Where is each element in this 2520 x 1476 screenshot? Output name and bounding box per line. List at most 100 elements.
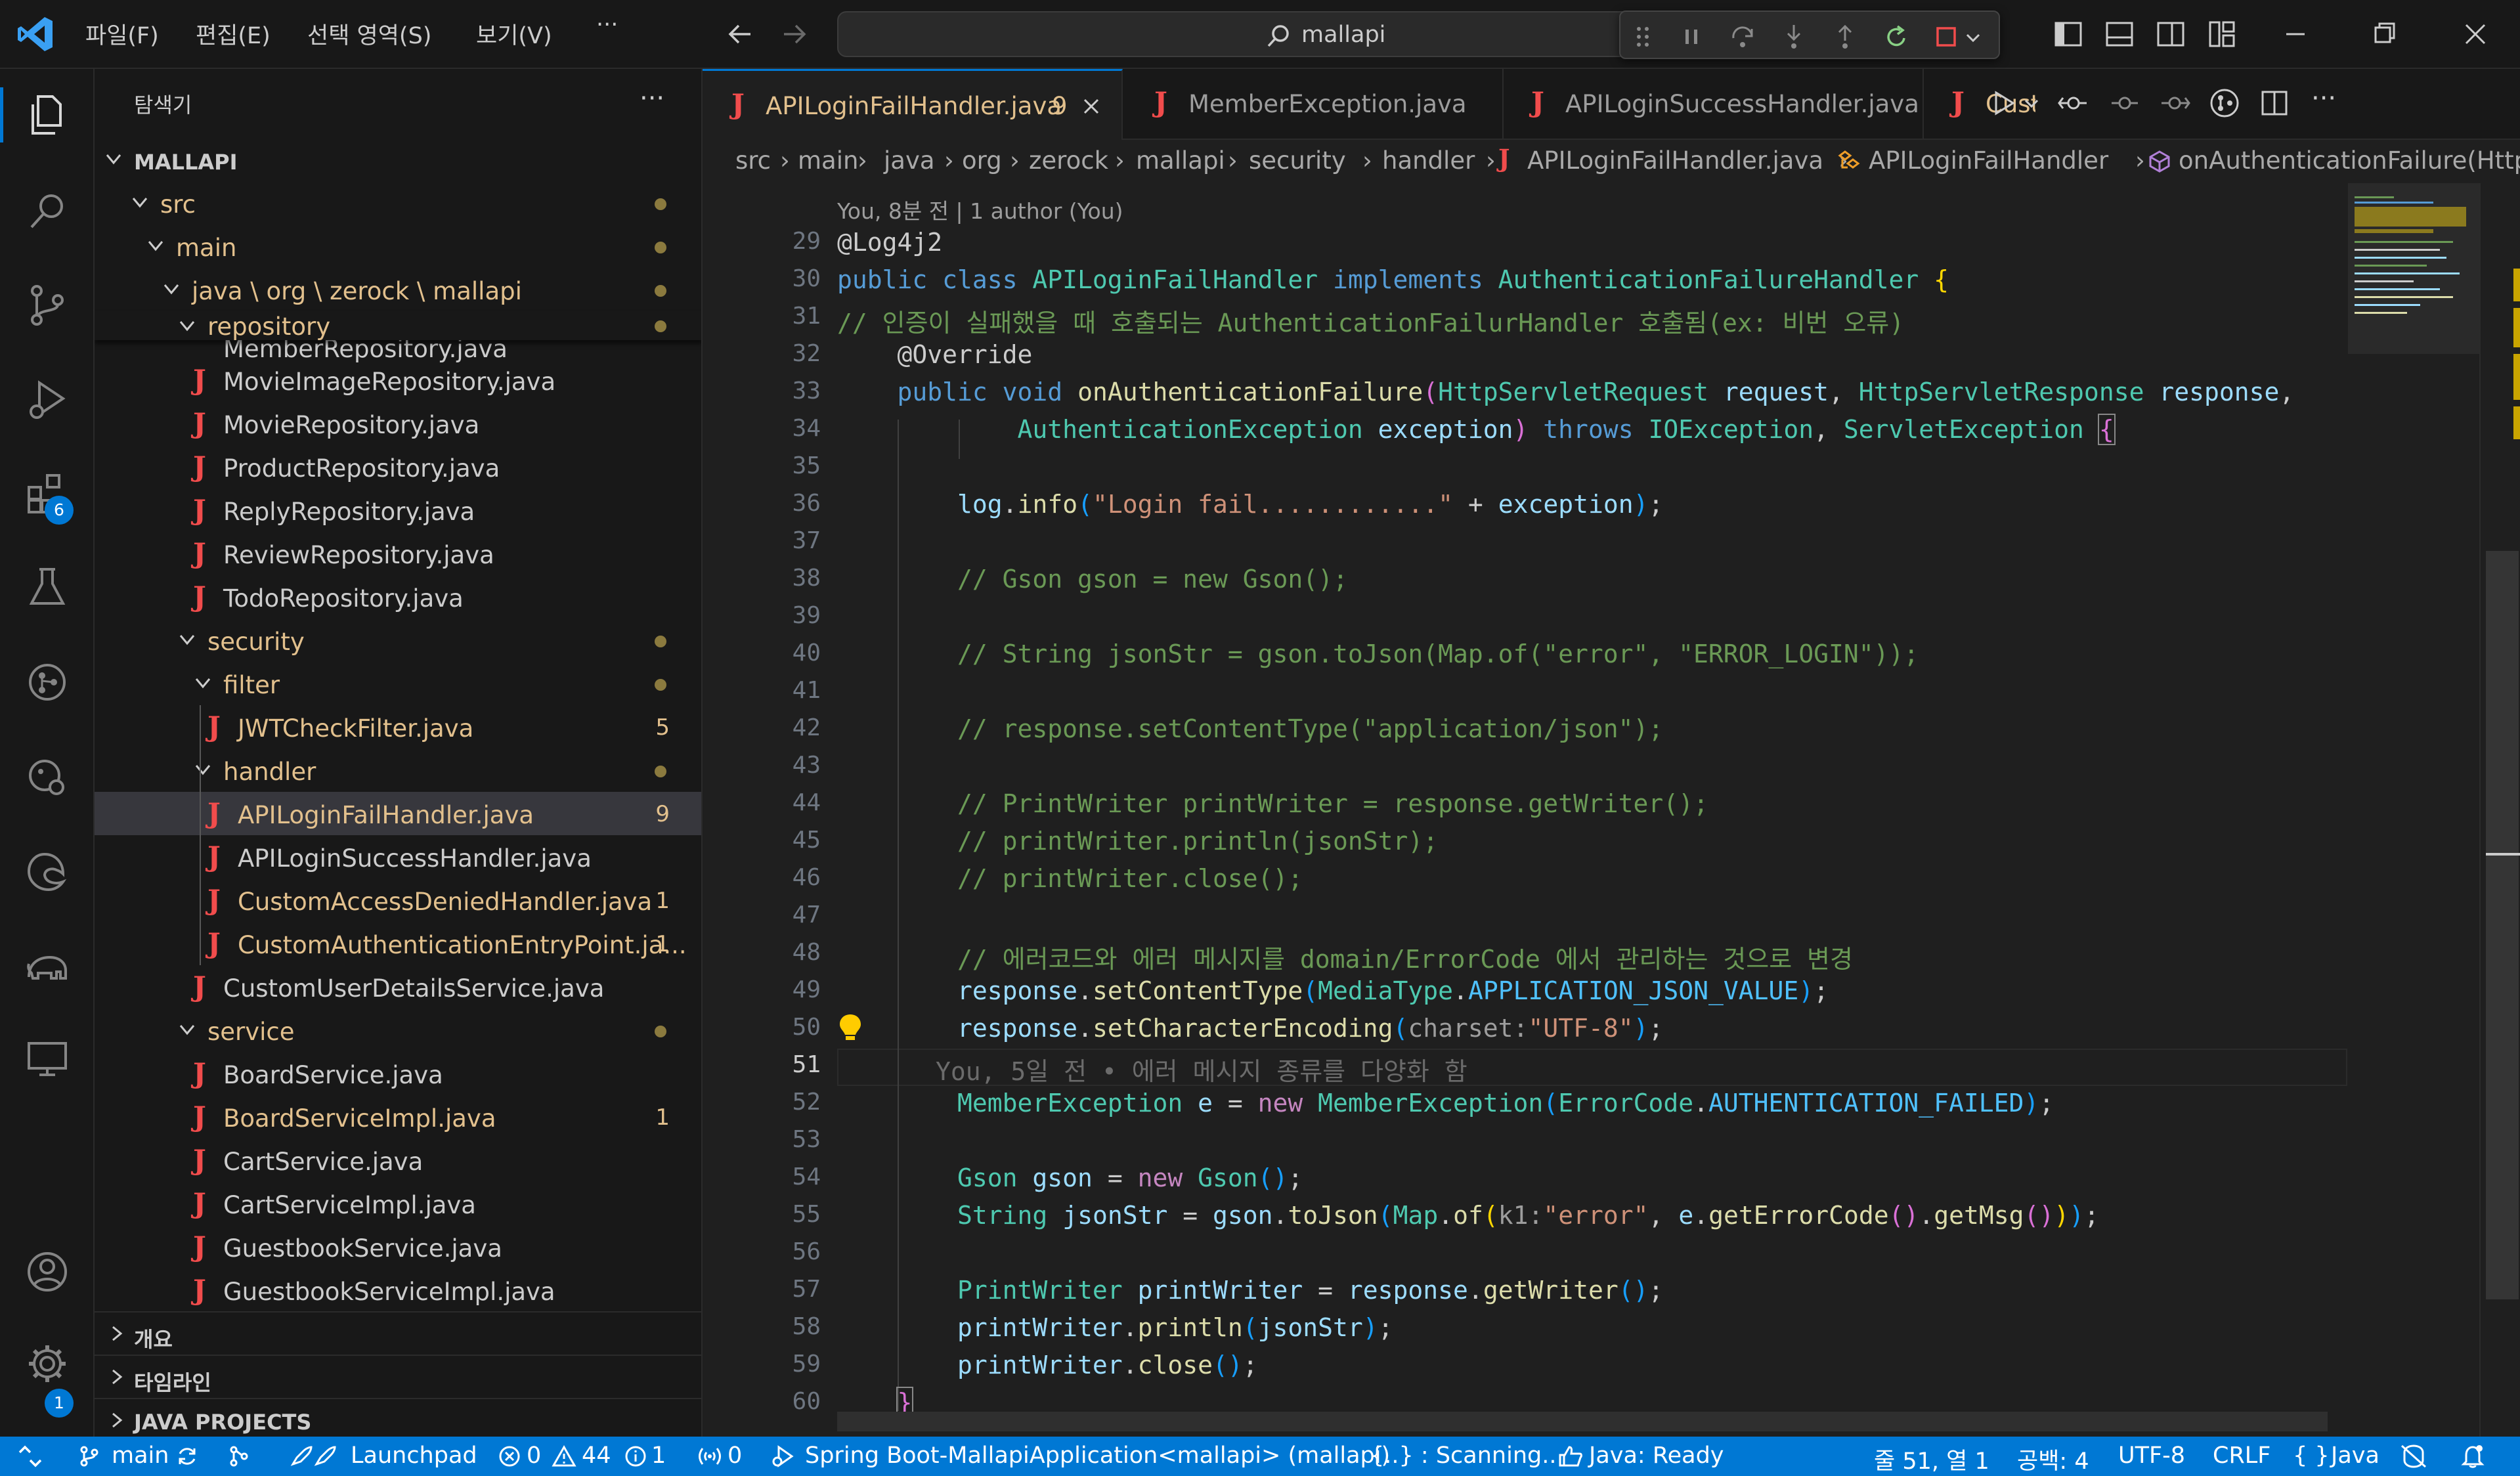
launchpad[interactable]: Launchpad xyxy=(351,1443,477,1469)
menu-more[interactable]: ··· xyxy=(596,12,618,38)
tab-customa[interactable]: J CustomA xyxy=(1924,69,2035,140)
edge-browser-icon[interactable] xyxy=(20,844,75,899)
command-center[interactable]: mallapi xyxy=(837,11,1667,57)
tree-file-apiloginfailhandler[interactable]: J APILoginFailHandler.java 9 xyxy=(95,792,701,835)
run-debug-icon[interactable] xyxy=(20,372,75,427)
tree-file-todorepository[interactable]: J TodoRepository.java xyxy=(95,575,701,619)
copilot-disabled-icon[interactable] xyxy=(2399,1443,2428,1469)
tree-folder-service[interactable]: service xyxy=(95,1009,701,1052)
pause-icon[interactable] xyxy=(1680,25,1703,49)
tab-apiloginfailhandler[interactable]: J APILoginFailHandler.java 9 xyxy=(703,69,1123,140)
toggle-panel-icon[interactable] xyxy=(2105,20,2134,49)
section-outline[interactable]: 개요 xyxy=(95,1311,701,1355)
tree-file-apiloginsuccesshandler[interactable]: J APILoginSuccessHandler.java xyxy=(95,835,701,879)
sync-icon[interactable] xyxy=(175,1444,200,1468)
breadcrumb-org[interactable]: org xyxy=(962,146,1002,175)
tree-folder-main[interactable]: main xyxy=(95,225,701,268)
code-area[interactable]: You, 8분 전 | 1 author (You) @Log4j2 publi… xyxy=(837,183,2406,1437)
tree-file-boardservice[interactable]: J BoardService.java xyxy=(95,1052,701,1095)
chevron-down-icon[interactable] xyxy=(2022,94,2041,112)
breadcrumb-zerock[interactable]: zerock xyxy=(1029,146,1108,175)
breadcrumb-class[interactable]: APILoginFailHandler xyxy=(1869,146,2108,175)
breadcrumb-main[interactable]: main xyxy=(798,146,858,175)
notifications-bell-icon[interactable] xyxy=(2460,1443,2486,1469)
menu-selection[interactable]: 선택 영역(S) xyxy=(307,17,431,51)
minimize-icon[interactable] xyxy=(2281,20,2310,49)
breadcrumb-security[interactable]: security xyxy=(1249,146,1346,175)
tree-file-customaccessdeniedhandler[interactable]: J CustomAccessDeniedHandler.java 1 xyxy=(95,879,701,922)
codelens-author[interactable]: You, 8분 전 | 1 author (You) xyxy=(837,194,1123,225)
search-icon[interactable] xyxy=(20,184,75,239)
gitlens-icon[interactable] xyxy=(20,655,75,710)
tree-root-mallapi[interactable]: MALLAPI xyxy=(95,138,701,181)
breadcrumb-src[interactable]: src xyxy=(735,146,771,175)
chevron-down-icon[interactable] xyxy=(1965,29,1982,46)
menu-edit[interactable]: 편집(E) xyxy=(196,17,271,51)
tree-folder-repository[interactable]: repository xyxy=(95,311,701,340)
section-java-projects[interactable]: JAVA PROJECTS xyxy=(95,1398,701,1437)
end-of-line[interactable]: CRLF xyxy=(2213,1443,2270,1469)
step-over-icon[interactable] xyxy=(1729,24,1756,50)
previous-revision-icon[interactable] xyxy=(2109,89,2140,118)
git-branch[interactable]: main xyxy=(112,1443,169,1469)
tree-file-guestbookservice[interactable]: J GuestbookService.java xyxy=(95,1225,701,1269)
testing-flask-icon[interactable] xyxy=(20,560,75,615)
scroll-thumb[interactable] xyxy=(2486,551,2519,1299)
breadcrumb-file[interactable]: APILoginFailHandler.java xyxy=(1527,146,1823,175)
breadcrumb-mallapi[interactable]: mallapi xyxy=(1136,146,1225,175)
stop-icon[interactable] xyxy=(1934,25,1958,49)
java-scanning[interactable]: {..} : Scanning.. xyxy=(1370,1443,1556,1469)
close-window-icon[interactable] xyxy=(2461,20,2490,49)
tree-file-customuserdetailsservice[interactable]: J CustomUserDetailsService.java xyxy=(95,965,701,1009)
explorer-icon[interactable] xyxy=(20,87,75,142)
tree-file-partial-bottom[interactable]: J GuestbookServiceImpl.java xyxy=(95,1269,701,1312)
account-icon[interactable] xyxy=(20,1244,75,1299)
language-mode[interactable]: Java xyxy=(2331,1443,2379,1469)
settings-gear-icon[interactable] xyxy=(20,1336,75,1391)
tree-folder-security[interactable]: security xyxy=(95,619,701,662)
menu-file[interactable]: 파일(F) xyxy=(85,17,159,51)
restart-icon[interactable] xyxy=(1883,24,1909,50)
vertical-scrollbar[interactable] xyxy=(2479,183,2520,1437)
lightbulb-icon[interactable] xyxy=(837,1012,863,1043)
java-status[interactable]: Java: Ready xyxy=(1589,1443,1724,1469)
warning-count[interactable]: 44 xyxy=(582,1443,611,1469)
tree-folder-java-package[interactable]: java \ org \ zerock \ mallapi xyxy=(95,268,701,311)
open-changes-icon[interactable] xyxy=(2058,89,2089,118)
info-count[interactable]: 1 xyxy=(651,1443,666,1469)
error-count[interactable]: 0 xyxy=(527,1443,541,1469)
customize-layout-icon[interactable] xyxy=(2207,20,2236,49)
tree-file-customauthenticationentrypoint[interactable]: J CustomAuthenticationEntryPoint.ja... 1 xyxy=(95,922,701,965)
split-editor-icon[interactable] xyxy=(2260,89,2289,118)
tree-file-productrepository[interactable]: J ProductRepository.java xyxy=(95,445,701,488)
code-editor[interactable]: 29 30 31 32 33 34 35 36 37 38 39 40 41 4… xyxy=(703,183,2520,1437)
step-out-icon[interactable] xyxy=(1832,22,1858,51)
more-actions-icon[interactable]: ··· xyxy=(2311,83,2336,114)
breadcrumb-handler[interactable]: handler xyxy=(1382,146,1475,175)
breadcrumb-method[interactable]: onAuthenticationFailure(HttpSe xyxy=(2179,146,2520,175)
more-actions-icon[interactable]: ··· xyxy=(640,83,664,114)
gradle-elephant-icon[interactable] xyxy=(20,938,75,993)
horizontal-scrollbar[interactable] xyxy=(837,1412,2328,1431)
tree-file-cartservice[interactable]: J CartService.java xyxy=(95,1139,701,1182)
drag-handle-icon[interactable] xyxy=(1635,25,1651,49)
tab-memberexception[interactable]: J MemberException.java xyxy=(1123,69,1504,140)
close-tab-icon[interactable] xyxy=(1081,96,1102,117)
tree-file-movierepository[interactable]: J MovieRepository.java xyxy=(95,402,701,445)
tree-file-boardserviceimpl[interactable]: J BoardServiceImpl.java 1 xyxy=(95,1095,701,1139)
minimap[interactable] xyxy=(2348,183,2479,577)
gitlens-compare-icon[interactable] xyxy=(2209,87,2240,119)
tree-folder-filter[interactable]: filter xyxy=(95,662,701,705)
run-configuration[interactable]: Spring Boot-MallapiApplication<mallapi> … xyxy=(805,1443,1390,1469)
ports-count[interactable]: 0 xyxy=(728,1443,742,1469)
encoding[interactable]: UTF-8 xyxy=(2118,1443,2185,1469)
toggle-secondary-sidebar-icon[interactable] xyxy=(2156,20,2185,49)
restore-icon[interactable] xyxy=(2370,20,2399,49)
gitlens-icon[interactable] xyxy=(227,1444,251,1468)
gitlens-inspect-icon[interactable] xyxy=(20,749,75,804)
remote-explorer-icon[interactable] xyxy=(20,1031,75,1087)
cursor-position[interactable]: 줄 51, 열 1 xyxy=(1874,1443,1989,1476)
menu-view[interactable]: 보기(V) xyxy=(476,17,552,51)
source-control-icon[interactable] xyxy=(20,278,75,333)
section-timeline[interactable]: 타임라인 xyxy=(95,1355,701,1398)
